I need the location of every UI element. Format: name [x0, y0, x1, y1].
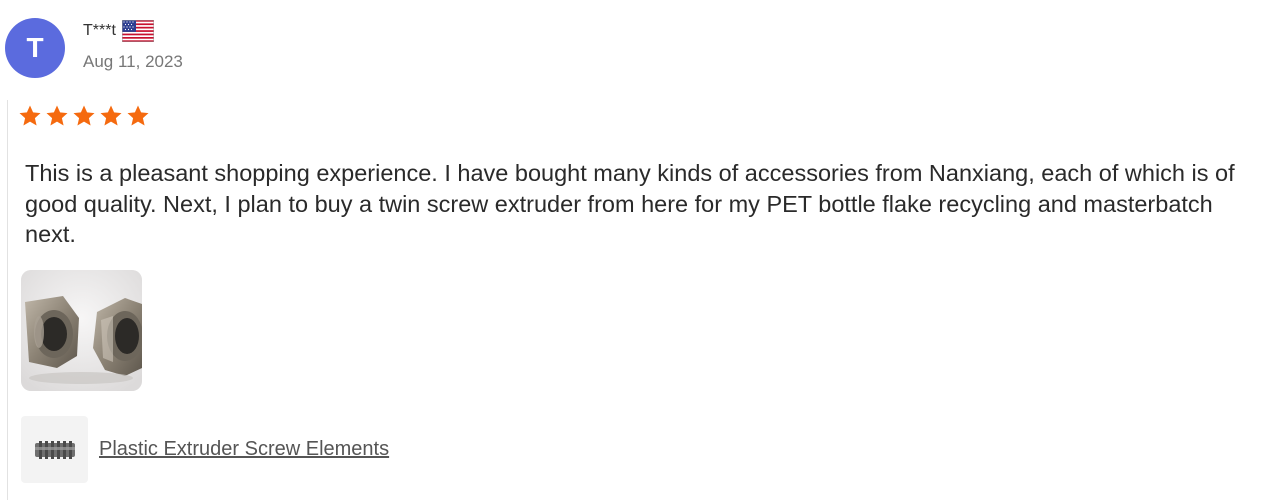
- us-flag-icon: [121, 20, 154, 42]
- reviewer-name: T***t: [83, 22, 116, 39]
- star-icon: [100, 105, 122, 126]
- product-link[interactable]: Plastic Extruder Screw Elements: [99, 438, 389, 461]
- star-icon: [127, 105, 149, 126]
- product-reference: Plastic Extruder Screw Elements: [21, 416, 389, 483]
- star-icon: [73, 105, 95, 126]
- star-icon: [19, 105, 41, 126]
- review-text: This is a pleasant shopping experience. …: [25, 160, 1235, 247]
- extruder-screw-elements-photo: [21, 270, 142, 391]
- review-content: This is a pleasant shopping experience. …: [7, 100, 1258, 500]
- reviewer-name-row: T***t: [83, 20, 154, 42]
- screw-element-thumbnail[interactable]: [21, 416, 88, 483]
- review-photo[interactable]: [21, 270, 142, 391]
- avatar-letter: T: [26, 32, 44, 63]
- star-rating: [18, 104, 150, 128]
- star-icon: [46, 105, 68, 126]
- avatar: T: [5, 18, 65, 78]
- review-date: Aug 11, 2023: [83, 52, 183, 71]
